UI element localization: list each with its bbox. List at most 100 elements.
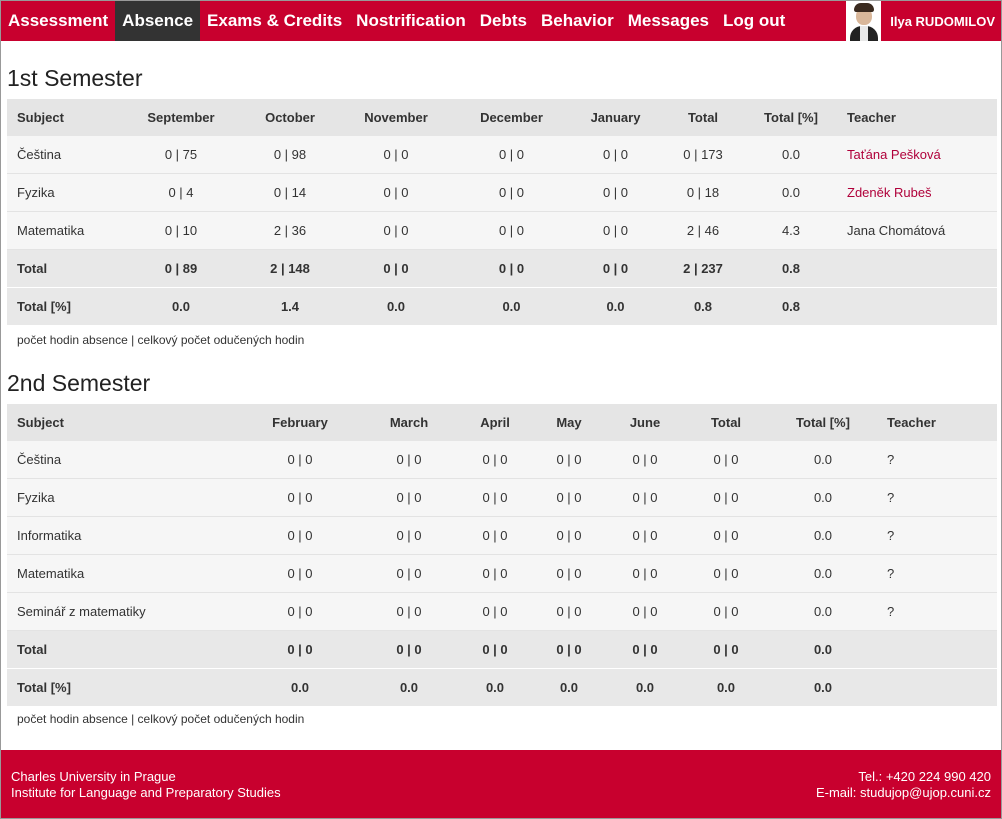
nav-absence[interactable]: Absence: [115, 1, 201, 41]
percent-cell: 0.0: [607, 668, 683, 707]
user-profile[interactable]: Ilya RUDOMILOV: [846, 1, 1001, 41]
nav-debts[interactable]: Debts: [473, 1, 534, 41]
table-header: Subject February March April May June To…: [7, 404, 997, 441]
month-cell: 0 | 0: [531, 516, 607, 555]
user-name[interactable]: Ilya RUDOMILOV: [881, 14, 1001, 29]
nav-behavior[interactable]: Behavior: [534, 1, 621, 41]
col-header: Subject: [7, 99, 121, 136]
month-cell: 0 | 0: [531, 441, 607, 479]
percent-cell: 0.0: [745, 136, 837, 174]
semester2-title: 2nd Semester: [7, 370, 151, 396]
col-header: Teacher: [877, 404, 997, 441]
month-cell: 0 | 0: [607, 478, 683, 517]
month-cell: 0 | 75: [121, 136, 241, 174]
month-cell: 0 | 0: [607, 441, 683, 479]
month-cell: 0 | 0: [241, 441, 359, 479]
subject-cell: Matematika: [7, 554, 241, 593]
nav-messages[interactable]: Messages: [621, 1, 716, 41]
teacher-name: Jana Chomátová: [837, 211, 997, 250]
percent-cell: 0.0: [769, 478, 877, 517]
month-cell: 0 | 14: [241, 173, 339, 212]
teacher-name: ?: [877, 554, 997, 593]
total-cell: 0 | 173: [661, 136, 745, 174]
nav-logout[interactable]: Log out: [716, 1, 792, 41]
percent-cell: 0.8: [661, 287, 745, 326]
month-cell: 0 | 0: [607, 592, 683, 631]
month-cell: 0 | 0: [241, 516, 359, 555]
total-cell: 0 | 0: [607, 630, 683, 669]
total-cell: 0 | 0: [683, 516, 769, 555]
nav-assessment[interactable]: Assessment: [1, 1, 115, 41]
percent-cell: 0.0: [531, 668, 607, 707]
percent-cell: [877, 668, 997, 707]
subject-cell: Informatika: [7, 516, 241, 555]
month-cell: 0 | 0: [359, 592, 459, 631]
total-cell: 0.8: [745, 249, 837, 288]
month-cell: 0 | 0: [570, 136, 661, 174]
subject-cell: Matematika: [7, 211, 121, 250]
percent-cell: 0.0: [339, 287, 453, 326]
col-header: Teacher: [837, 99, 997, 136]
month-cell: 0 | 0: [453, 173, 570, 212]
footer-university: Charles University in Prague: [11, 769, 176, 784]
subject-cell: Fyzika: [7, 478, 241, 517]
teacher-name: ?: [877, 516, 997, 555]
percent-cell: 0.0: [683, 668, 769, 707]
percent-cell: 1.4: [241, 287, 339, 326]
col-header: June: [607, 404, 683, 441]
total-cell: 0 | 0: [459, 630, 531, 669]
subject-cell: Čeština: [7, 136, 121, 174]
total-cell: 0 | 18: [661, 173, 745, 212]
col-header: October: [241, 99, 339, 136]
total-cell: 0 | 89: [121, 249, 241, 288]
month-cell: 0 | 0: [570, 211, 661, 250]
total-cell: 0 | 0: [339, 249, 453, 288]
table-row: Matematika 0 | 0 0 | 0 0 | 0 0 | 0 0 | 0…: [7, 554, 997, 593]
percent-cell: 0.0: [121, 287, 241, 326]
total-cell: [877, 630, 997, 669]
month-cell: 0 | 0: [453, 136, 570, 174]
table-row: Čeština 0 | 75 0 | 98 0 | 0 0 | 0 0 | 0 …: [7, 136, 997, 174]
avatar[interactable]: [846, 1, 882, 41]
footer: Charles University in Prague Institute f…: [1, 750, 1001, 818]
semester1-table: Subject September October November Decem…: [7, 99, 997, 326]
footer-email[interactable]: E-mail: studujop@ujop.cuni.cz: [816, 785, 991, 801]
total-cell: 0 | 0: [453, 249, 570, 288]
month-cell: 0 | 0: [241, 592, 359, 631]
percent-cell: [837, 287, 997, 326]
top-navigation-bar: Assessment Absence Exams & Credits Nostr…: [1, 1, 1001, 41]
col-header: February: [241, 404, 359, 441]
table-row: Informatika 0 | 0 0 | 0 0 | 0 0 | 0 0 | …: [7, 516, 997, 555]
footer-left: Charles University in Prague Institute f…: [11, 769, 281, 801]
month-cell: 0 | 0: [339, 211, 453, 250]
subject-cell: Čeština: [7, 441, 241, 479]
col-header: May: [531, 404, 607, 441]
percent-cell: 0.0: [570, 287, 661, 326]
nav-exams-credits[interactable]: Exams & Credits: [200, 1, 349, 41]
total-cell: 0 | 0: [241, 630, 359, 669]
col-header: September: [121, 99, 241, 136]
month-cell: 0 | 0: [359, 441, 459, 479]
percent-cell: 0.0: [459, 668, 531, 707]
teacher-link[interactable]: Zdeněk Rubeš: [837, 173, 997, 212]
month-cell: 0 | 0: [339, 173, 453, 212]
month-cell: 0 | 0: [359, 478, 459, 517]
month-cell: 0 | 0: [607, 516, 683, 555]
total-cell: 0 | 0: [683, 478, 769, 517]
month-cell: 0 | 0: [607, 554, 683, 593]
percent-label: Total [%]: [7, 287, 121, 326]
nav-nostrification[interactable]: Nostrification: [349, 1, 473, 41]
percent-row: Total [%] 0.0 0.0 0.0 0.0 0.0 0.0 0.0: [7, 668, 997, 707]
percent-row: Total [%] 0.0 1.4 0.0 0.0 0.0 0.8 0.8: [7, 287, 997, 326]
month-cell: 0 | 0: [459, 478, 531, 517]
teacher-link[interactable]: Taťána Pešková: [837, 136, 997, 174]
main-nav: Assessment Absence Exams & Credits Nostr…: [1, 1, 792, 41]
total-cell: 0 | 0: [683, 554, 769, 593]
percent-label: Total [%]: [7, 668, 241, 707]
table-header: Subject September October November Decem…: [7, 99, 997, 136]
col-header: March: [359, 404, 459, 441]
total-cell: 0.0: [769, 630, 877, 669]
col-header: April: [459, 404, 531, 441]
semester1-title: 1st Semester: [7, 65, 143, 91]
percent-cell: 4.3: [745, 211, 837, 250]
